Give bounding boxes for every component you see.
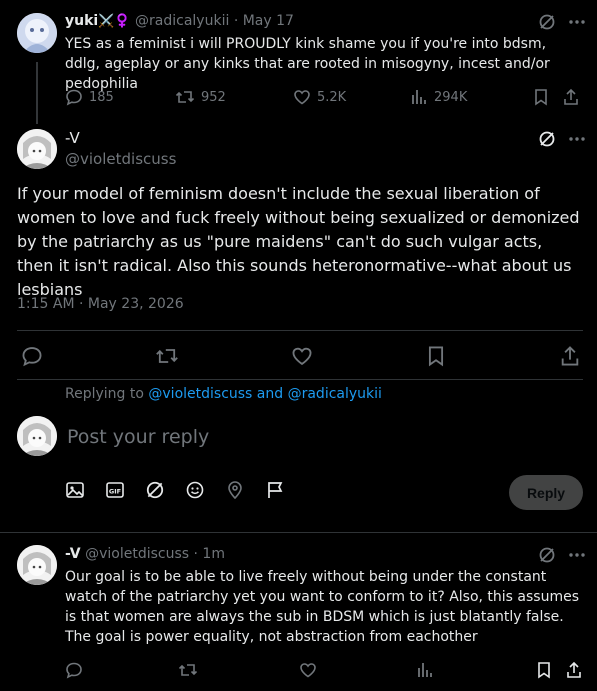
like-count: 5.2K: [317, 89, 347, 105]
bookmark-icon[interactable]: [425, 345, 447, 367]
display-name[interactable]: yuki: [65, 13, 98, 29]
tweet-yuki[interactable]: yuki⚔️♀️ @radicalyukii · May 17 YES as a…: [0, 0, 597, 124]
emoji-icon[interactable]: [185, 480, 205, 500]
action-bar: 185 952 5.2K 294K: [65, 88, 585, 106]
gif-icon[interactable]: GIF: [105, 480, 125, 500]
repost-count: 952: [201, 89, 226, 105]
compose-toolbar: GIF: [65, 480, 285, 500]
tweet-text: YES as a feminist i will PROUDLY kink sh…: [65, 36, 550, 92]
replying-to: Replying to @violetdiscuss and @radicaly…: [65, 386, 382, 402]
like-icon[interactable]: [299, 661, 416, 679]
tweet-header: -V @violetdiscuss · 1m: [65, 546, 225, 562]
avatar[interactable]: [17, 416, 57, 456]
top-actions: [538, 546, 586, 564]
views-icon[interactable]: [416, 661, 535, 679]
grok-icon[interactable]: [145, 480, 165, 500]
like-icon[interactable]: [291, 345, 313, 367]
share-icon[interactable]: [565, 661, 583, 679]
svg-text:GIF: GIF: [109, 488, 121, 496]
share-icon[interactable]: [559, 345, 581, 367]
reply-count: 185: [89, 89, 114, 105]
flag-icon[interactable]: [265, 480, 285, 500]
repost-icon[interactable]: [155, 345, 179, 367]
name-emoji: ⚔️♀️: [98, 14, 131, 29]
divider: [17, 330, 583, 331]
repost-button[interactable]: 952: [175, 88, 293, 106]
action-bar: [65, 661, 585, 679]
handle[interactable]: @radicalyukii: [135, 13, 229, 29]
main-text: If your model of feminism doesn't includ…: [17, 184, 580, 299]
divider: [17, 379, 583, 380]
avatar[interactable]: [17, 545, 57, 585]
grok-icon[interactable]: [538, 13, 556, 31]
main-action-bar: [21, 345, 581, 367]
image-icon[interactable]: [65, 480, 85, 500]
post-time[interactable]: 1m: [202, 546, 225, 562]
like-icon: [294, 90, 310, 105]
main-handle[interactable]: @violetdiscuss: [65, 150, 176, 168]
handle[interactable]: @violetdiscuss: [85, 546, 189, 562]
repost-icon[interactable]: [178, 661, 299, 679]
tweet-main: -V @violetdiscuss If your model of femin…: [0, 120, 597, 380]
reply-submit-button[interactable]: Reply: [509, 475, 583, 510]
post-date[interactable]: May 17: [243, 13, 294, 29]
repost-icon: [175, 91, 195, 103]
avatar[interactable]: [17, 129, 57, 169]
bookmark-icon[interactable]: [532, 88, 562, 106]
views-icon: [412, 90, 426, 104]
reply-icon[interactable]: [65, 661, 178, 679]
grok-icon[interactable]: [538, 130, 556, 148]
top-actions: [538, 13, 586, 31]
top-actions: [538, 130, 586, 148]
more-icon[interactable]: [568, 13, 586, 31]
reply-icon: [66, 89, 82, 106]
avatar[interactable]: [17, 13, 57, 53]
more-icon[interactable]: [568, 130, 586, 148]
more-icon[interactable]: [568, 546, 586, 564]
thread-line: [36, 62, 38, 124]
location-icon[interactable]: [225, 480, 245, 500]
reply-button[interactable]: 185: [65, 88, 175, 106]
reply-input[interactable]: [65, 422, 499, 452]
share-icon[interactable]: [562, 88, 580, 106]
bookmark-icon[interactable]: [535, 661, 565, 679]
main-name[interactable]: -V: [65, 129, 80, 147]
views-button[interactable]: 294K: [410, 88, 532, 106]
grok-icon[interactable]: [538, 546, 556, 564]
timestamp[interactable]: 1:15 AM · May 23, 2026: [17, 296, 184, 312]
display-name[interactable]: -V: [65, 546, 81, 562]
reply-icon[interactable]: [21, 345, 43, 367]
replying-to-link[interactable]: @violetdiscuss and @radicalyukii: [148, 386, 382, 402]
tweet-text: Our goal is to be able to live freely wi…: [65, 569, 580, 645]
like-button[interactable]: 5.2K: [293, 88, 410, 106]
view-count: 294K: [434, 89, 468, 105]
tweet-reply[interactable]: -V @violetdiscuss · 1m Our goal is to be…: [0, 533, 597, 691]
tweet-header: yuki⚔️♀️ @radicalyukii · May 17: [65, 13, 294, 29]
